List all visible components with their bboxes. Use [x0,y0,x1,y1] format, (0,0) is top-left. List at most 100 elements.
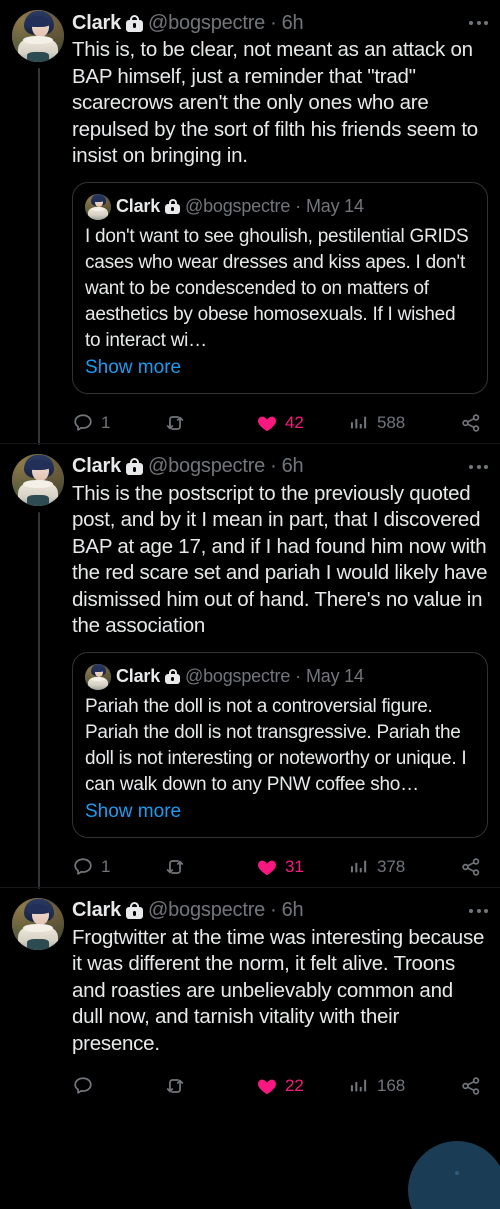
show-more-link[interactable]: Show more [85,355,181,381]
analytics-icon [348,1075,370,1097]
like-count: 31 [285,856,304,876]
analytics-icon [348,856,370,878]
lock-icon [126,458,144,475]
separator-dot: · [270,899,277,921]
twitter-thread-screen: Clark @bogspectre · 6h This is, to be cl… [0,0,500,1209]
like-count: 42 [285,412,304,432]
share-icon [460,1075,482,1097]
separator-dot: · [295,666,301,686]
avatar[interactable] [12,10,64,62]
lock-icon [126,902,144,919]
quoted-tweet-header: Clark @bogspectre · May 14 [85,193,475,221]
share-icon [460,856,482,878]
user-handle[interactable]: @bogspectre [148,899,265,922]
tweet-text: This is, to be clear, not meant as an at… [72,38,484,167]
heart-icon [256,412,278,434]
avatar-scarf [23,479,53,488]
reply-count: 1 [101,856,111,876]
user-handle[interactable]: @bogspectre [148,12,265,35]
tweet-header: Clark @bogspectre · 6h [72,10,488,36]
views-button[interactable]: 588 [348,412,448,434]
quoted-tweet-header: Clark @bogspectre · May 14 [85,663,475,691]
timestamp[interactable]: 6h [282,899,304,922]
tweet-gutter [12,897,72,1108]
analytics-icon [348,412,370,434]
display-name[interactable]: Clark [72,12,121,35]
quoted-tweet[interactable]: Clark @bogspectre · May 14 I don't want … [72,181,488,394]
avatar-scarf [23,923,53,932]
separator-dot: · [295,196,301,216]
tweet-actions: 1 [72,850,488,884]
heart-icon [256,1075,278,1097]
tweet-header: Clark @bogspectre · 6h [72,454,488,480]
avatar[interactable] [12,453,64,506]
quoted-tweet-text: I don't want to see ghoulish, pestilenti… [85,225,474,351]
views-count: 378 [377,856,406,876]
compose-button[interactable] [408,1141,500,1209]
tweet-text: Frogtwitter at the time was interesting … [72,925,490,1055]
avatar-dress [26,495,50,506]
tweet-body: Clark @bogspectre · 6h This is the posts… [72,454,488,888]
retweet-icon [164,856,186,878]
views-button[interactable]: 168 [348,1075,448,1097]
timestamp: May 14 [305,666,364,686]
tweet-actions: 1 [72,406,488,440]
heart-icon [256,856,278,878]
user-handle: @bogspectre [185,196,291,216]
share-button[interactable] [460,412,482,434]
views-count: 588 [377,412,406,432]
more-options-button[interactable] [454,898,488,924]
lock-icon [165,669,181,684]
like-button[interactable]: 22 [256,1075,348,1097]
share-button[interactable] [460,1075,482,1097]
reply-icon [72,856,94,878]
reply-icon [72,412,94,434]
tweet-item[interactable]: Clark @bogspectre · 6h This is the posts… [0,444,500,889]
avatar-fringe [25,903,51,915]
user-handle: @bogspectre [185,666,291,686]
separator-dot: · [270,455,277,477]
display-name: Clark [116,666,161,686]
share-button[interactable] [460,856,482,878]
avatar-fringe [25,459,51,471]
timestamp[interactable]: 6h [282,12,304,35]
tweet-actions: 22 168 [72,1069,488,1103]
thread-connector-line [38,511,40,889]
retweet-icon [164,1075,186,1097]
reply-button[interactable]: 1 [72,412,164,434]
avatar-fringe [25,16,51,27]
quoted-tweet-text: Pariah the doll is not a controversial f… [85,695,472,795]
share-icon [460,412,482,434]
reply-button[interactable] [72,1075,164,1097]
timestamp[interactable]: 6h [282,455,304,478]
avatar-dress [26,51,50,62]
tweet-item[interactable]: Clark @bogspectre · 6h Frogtwitter at th… [0,888,500,1108]
display-name[interactable]: Clark [72,455,121,478]
retweet-button[interactable] [164,412,256,434]
like-button[interactable]: 31 [256,856,348,878]
show-more-link[interactable]: Show more [85,799,181,825]
tweet-gutter [12,453,72,889]
user-handle[interactable]: @bogspectre [148,455,265,478]
tweet-header: Clark @bogspectre · 6h [72,898,488,924]
like-button[interactable]: 42 [256,412,348,434]
avatar [85,663,111,690]
retweet-button[interactable] [164,1075,256,1097]
display-name[interactable]: Clark [72,899,121,922]
lock-icon [165,199,181,214]
avatar[interactable] [12,897,64,950]
timestamp: May 14 [305,196,364,216]
views-button[interactable]: 378 [348,856,448,878]
avatar [85,193,111,220]
tweet-item[interactable]: Clark @bogspectre · 6h This is, to be cl… [0,0,500,445]
reply-count: 1 [101,412,111,432]
more-options-button[interactable] [454,454,488,480]
more-options-button[interactable] [454,10,488,36]
tweet-gutter [12,10,72,445]
reply-button[interactable]: 1 [72,856,164,878]
reply-icon [72,1075,94,1097]
compose-icon [455,1171,459,1175]
lock-icon [126,14,144,32]
quoted-tweet[interactable]: Clark @bogspectre · May 14 Pariah the do… [72,651,488,838]
retweet-button[interactable] [164,856,256,878]
